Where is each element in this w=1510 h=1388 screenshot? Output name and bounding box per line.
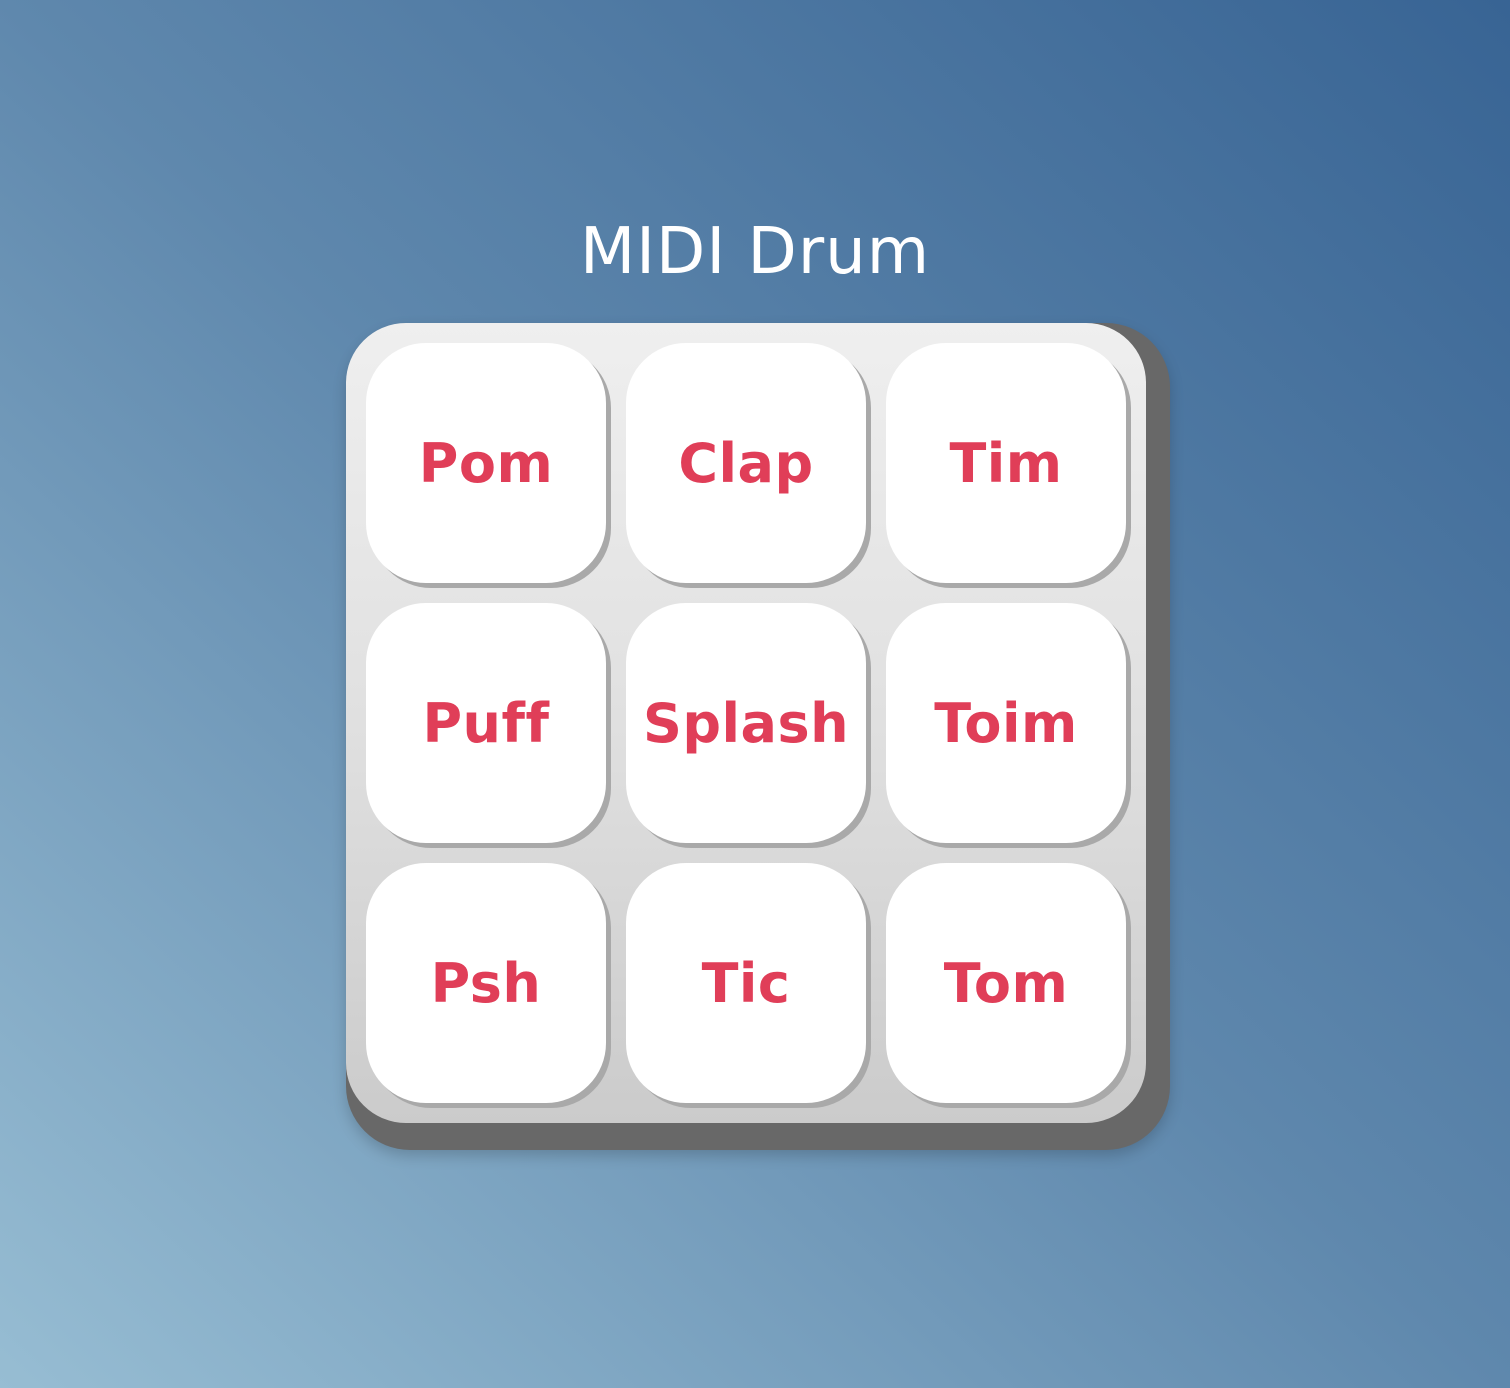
drum-pad-label: Puff (422, 691, 550, 755)
drum-pad-label: Tim (949, 431, 1063, 495)
drum-pad-tim[interactable]: Tim (886, 343, 1126, 583)
drum-pad-clap[interactable]: Clap (626, 343, 866, 583)
drum-pad-label: Clap (678, 431, 814, 495)
drum-pad-tom[interactable]: Tom (886, 863, 1126, 1103)
drum-pad-toim[interactable]: Toim (886, 603, 1126, 843)
drum-pad-splash[interactable]: Splash (626, 603, 866, 843)
drum-pad-label: Splash (642, 691, 850, 755)
drum-pad-label: Tom (943, 951, 1069, 1015)
drum-pad-label: Psh (430, 951, 542, 1015)
drum-pad-label: Toim (934, 691, 1078, 755)
drum-pad-puff[interactable]: Puff (366, 603, 606, 843)
drum-pad-board: Pom Clap Tim Puff Splash Toim Psh Tic To… (346, 323, 1146, 1123)
drum-pad-label: Pom (418, 431, 554, 495)
drum-pad-tic[interactable]: Tic (626, 863, 866, 1103)
drum-pad-pom[interactable]: Pom (366, 343, 606, 583)
drum-pad-label: Tic (701, 951, 791, 1015)
drum-pad-psh[interactable]: Psh (366, 863, 606, 1103)
app-title: MIDI Drum (579, 215, 931, 289)
